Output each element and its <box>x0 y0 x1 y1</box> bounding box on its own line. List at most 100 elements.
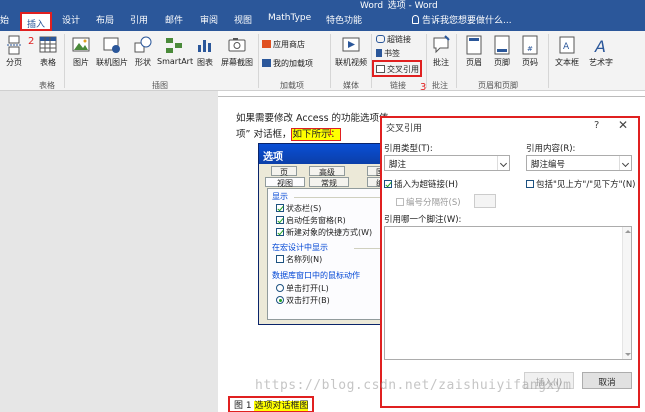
page-break-icon <box>7 35 21 55</box>
options-rule <box>294 197 394 198</box>
group-label-illustrations: 插图 <box>152 81 168 90</box>
chart-icon <box>198 40 211 52</box>
checkbox-disabled-icon <box>396 198 404 206</box>
reference-content-select[interactable]: 脚注编号 <box>526 155 632 171</box>
tab-view[interactable]: 视图 <box>234 13 252 26</box>
tab-home[interactable]: 始 <box>0 13 9 26</box>
smartart-button[interactable]: SmartArt <box>157 35 194 66</box>
group-label-addins: 加载项 <box>280 81 304 90</box>
bookmark-button[interactable]: 书签 <box>376 48 400 59</box>
my-addins-button[interactable]: 我的加载项 <box>262 58 313 69</box>
option-label: 名称列(N) <box>286 255 323 264</box>
online-picture-button[interactable]: 联机图片 <box>94 35 130 68</box>
wordart-icon: A <box>594 37 606 55</box>
page-number-button[interactable]: # 页码 <box>518 35 542 68</box>
hyperlink-label: 超链接 <box>387 35 411 44</box>
header-button[interactable]: 页眉 <box>462 35 486 68</box>
list-scrollbar[interactable] <box>622 227 631 359</box>
page-break-button[interactable]: 分页 <box>3 35 25 68</box>
svg-text:A: A <box>594 37 606 55</box>
shapes-label: 形状 <box>135 58 151 67</box>
tab-mailings[interactable]: 邮件 <box>165 13 183 26</box>
app-store-button[interactable]: 应用商店 <box>262 39 305 50</box>
reference-content-value: 脚注编号 <box>531 160 566 170</box>
picture-button[interactable]: 图片 <box>70 35 92 68</box>
tab-layout[interactable]: 布局 <box>96 13 114 26</box>
online-video-label: 联机视频 <box>335 58 367 67</box>
bookmark-label: 书签 <box>384 49 400 58</box>
caption-prefix: 图 1 <box>234 401 255 411</box>
svg-text:#: # <box>527 45 533 53</box>
checkbox-icon <box>276 255 284 263</box>
option-label: 启动任务窗格(R) <box>286 216 346 225</box>
group-separator <box>330 34 331 88</box>
option-double-click: 双击打开(B) <box>276 295 330 306</box>
options-tab-active: 视图 <box>265 177 305 188</box>
comment-icon <box>433 35 450 54</box>
my-addins-label: 我的加载项 <box>273 59 313 68</box>
link-icon <box>376 35 385 43</box>
text-box-button[interactable]: A 文本框 <box>552 35 582 68</box>
options-dialog-title: 选项 <box>259 144 399 164</box>
option-label: 状态栏(S) <box>286 204 322 213</box>
option-status-bar: 状态栏(S) <box>276 203 321 214</box>
cancel-button[interactable]: 取消 <box>582 372 632 389</box>
chart-label: 图表 <box>197 58 213 67</box>
insert-hyperlink-checkbox[interactable]: 插入为超链接(H) <box>384 178 458 190</box>
tab-special[interactable]: 特色功能 <box>326 13 362 26</box>
watermark: https://blog.csdn.net/zaishuiyifangxym <box>255 378 572 393</box>
options-tab: 页 <box>271 166 297 177</box>
screenshot-button[interactable]: 屏幕截图 <box>219 35 255 68</box>
tab-mathtype[interactable]: MathType <box>268 13 311 23</box>
wordart-button[interactable]: A 艺术字 <box>586 35 616 68</box>
group-separator <box>64 34 65 88</box>
online-video-button[interactable]: 联机视频 <box>333 35 369 68</box>
reference-content-label: 引用内容(R): <box>526 144 576 154</box>
checkbox-icon <box>526 180 534 188</box>
title-bar: Word_选项 - Word <box>0 0 645 11</box>
app-store-label: 应用商店 <box>273 40 305 49</box>
chart-button[interactable]: 图表 <box>194 35 216 68</box>
tab-insert[interactable]: 插入 <box>20 12 53 31</box>
footer-button[interactable]: 页脚 <box>490 35 514 68</box>
online-picture-icon <box>103 37 120 53</box>
tab-review[interactable]: 审阅 <box>200 13 218 26</box>
insert-hyperlink-label: 插入为超链接(H) <box>394 180 459 190</box>
shapes-button[interactable]: 形状 <box>132 35 154 68</box>
options-group-dbwin: 数据库窗口中的鼠标动作 <box>272 271 360 280</box>
option-label: 新建对象的快捷方式(W) <box>286 228 373 237</box>
separator-input[interactable] <box>474 194 496 208</box>
tab-design[interactable]: 设计 <box>62 13 80 26</box>
checkbox-checked-icon <box>276 204 284 212</box>
online-picture-label: 联机图片 <box>96 58 128 67</box>
scroll-down-icon[interactable] <box>625 353 631 356</box>
ruler <box>218 91 645 97</box>
reference-type-select[interactable]: 脚注 <box>384 155 510 171</box>
tell-me-search[interactable]: 告诉我您想要做什么... <box>412 13 512 26</box>
footnote-list[interactable] <box>384 226 632 360</box>
smartart-label: SmartArt <box>157 57 194 66</box>
option-label: 双击打开(B) <box>286 296 330 305</box>
help-icon[interactable]: ? <box>594 120 599 131</box>
hyperlink-button[interactable]: 超链接 <box>376 34 411 45</box>
separator-checkbox[interactable]: 编号分隔符(S) <box>396 196 461 208</box>
scroll-up-icon[interactable] <box>625 230 631 233</box>
svg-text:A: A <box>563 42 570 52</box>
separator-label: 编号分隔符(S) <box>406 198 461 208</box>
chevron-down-icon <box>497 156 509 170</box>
wordart-label: 艺术字 <box>589 58 613 67</box>
group-separator <box>548 34 549 88</box>
lightbulb-icon <box>412 15 419 24</box>
checkbox-checked-icon <box>276 228 284 236</box>
tab-references[interactable]: 引用 <box>130 13 148 26</box>
option-single-click: 单击打开(L) <box>276 283 329 294</box>
table-button[interactable]: 表格 <box>37 35 59 68</box>
option-name-column: 名称列(N) <box>276 254 322 265</box>
screenshot-label: 屏幕截图 <box>221 58 253 67</box>
option-startup-pane: 启动任务窗格(R) <box>276 215 346 226</box>
comment-button[interactable]: 批注 <box>430 35 452 68</box>
close-icon[interactable]: ✕ <box>618 118 628 132</box>
text-box-icon: A <box>559 36 575 54</box>
include-above-below-checkbox[interactable]: 包括"见上方"/"见下方"(N) <box>526 178 636 190</box>
checkbox-checked-icon <box>384 180 392 188</box>
